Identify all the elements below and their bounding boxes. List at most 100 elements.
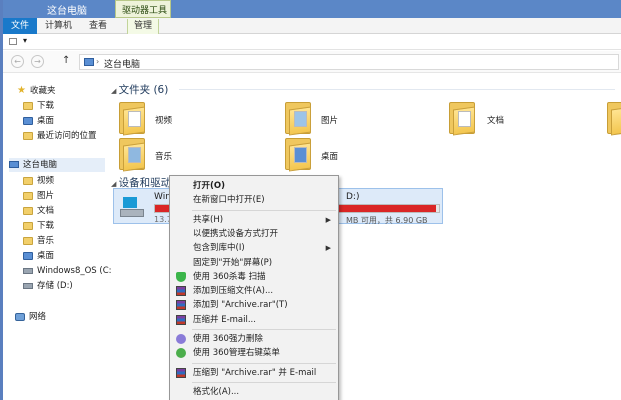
folder-desktop[interactable]: 桌面 [285,136,345,176]
tab-manage[interactable]: 管理 [127,19,160,34]
context-menu-label: 格式化(A)... [193,386,240,397]
context-menu-label: 打开(O) [193,181,225,191]
context-menu-label: 包含到库中(I) [193,243,245,254]
nav-videos[interactable]: 视频 [23,174,54,188]
context-menu-label: 添加到 "Archive.rar"(T) [193,300,288,311]
windows-drive-icon [120,197,146,219]
desktop-icon [23,116,33,125]
context-menu-label: 共享(H) [193,214,224,225]
context-menu-item[interactable]: 使用 360管理右键菜单 [171,346,337,360]
collapse-chevron-icon: ◢ [111,87,119,95]
folders-group-header[interactable]: ◢ 文件夹 (6) [111,82,168,97]
context-menu-label: 添加到压缩文件(A)... [193,286,274,297]
folder-pictures[interactable]: 图片 [285,100,345,140]
context-menu-label: 固定到"开始"屏幕(P) [193,257,273,268]
folder-icon [23,236,33,245]
360-manage-icon [176,348,186,359]
folder-icon [23,101,33,110]
drive-tools-tab[interactable]: 驱动器工具 [115,0,171,18]
context-menu-item[interactable]: 使用 360强力删除 [171,332,337,346]
drive-d-free: MB 可用，共 6.90 GB [346,216,428,225]
context-menu-item[interactable]: 在新窗口中打开(E) [171,193,337,207]
drive-tools-label: 驱动器工具 [122,6,168,16]
folder-music[interactable]: 音乐 [119,136,179,176]
submenu-arrow-icon: ▶ [325,215,331,224]
context-menu-label: 压缩到 "Archive.rar" 并 E-mail [193,367,317,378]
desktop-folder-icon [285,138,313,172]
nav-pc-desktop[interactable]: 桌面 [23,249,54,263]
title-bar: 驱动器工具 这台电脑 [3,0,621,18]
nav-pictures[interactable]: 图片 [23,189,54,203]
context-menu-item[interactable]: 添加到 "Archive.rar"(T) [171,298,337,312]
nav-downloads[interactable]: 下载 [23,99,54,113]
nav-documents[interactable]: 文档 [23,204,54,218]
nav-music[interactable]: 音乐 [23,234,54,248]
folder-icon [23,191,33,200]
context-menu-item[interactable]: 添加到压缩文件(A)... [171,284,337,298]
winrar-icon [176,314,186,325]
back-button[interactable]: ← [11,55,24,68]
context-menu-label: 在新窗口中打开(E) [193,195,265,206]
documents-folder-icon [449,102,477,136]
context-menu-item[interactable]: 包含到库中(I) ▶ [171,241,337,255]
computer-icon [9,161,19,168]
menu-separator [192,381,336,383]
winrar-icon [176,286,186,297]
context-menu-item[interactable]: 压缩并 E-mail... [171,313,337,327]
context-menu-label: 使用 360强力删除 [193,334,263,344]
nav-network[interactable]: 网络 [15,310,46,324]
qat-dropdown-icon[interactable]: ▾ [23,36,27,45]
context-menu-label: 以便携式设备方式打开 [193,228,279,239]
menu-separator [192,362,336,364]
window-title: 这台电脑 [47,6,87,17]
up-button[interactable]: ↑ [62,55,70,66]
context-menu-item[interactable]: 以便携式设备方式打开 [171,227,337,241]
desktop-icon [23,251,33,260]
forward-button[interactable]: → [31,55,44,68]
nav-this-pc[interactable]: 这台电脑 [9,158,105,172]
winrar-icon [176,367,186,378]
context-menu-item[interactable]: 格式化(A)... [171,385,337,399]
context-menu-label: 使用 360管理右键菜单 [193,348,280,359]
context-menu-item[interactable]: 压缩到 "Archive.rar" 并 E-mail [171,366,337,380]
drive-d-name: D:) [346,192,360,202]
context-menu-item[interactable]: 共享(H) ▶ [171,213,337,227]
360-delete-icon [176,334,186,344]
nav-pc-downloads[interactable]: 下载 [23,219,54,233]
address-path: 这台电脑 [104,60,141,70]
breadcrumb-chevron-icon[interactable]: › [96,57,99,66]
nav-favorites[interactable]: ★ 收藏夹 [17,84,56,98]
properties-icon[interactable] [9,38,17,45]
menu-separator [192,329,336,330]
folder-documents[interactable]: 文档 [449,100,509,140]
tab-computer[interactable]: 计算机 [45,19,72,34]
folder-icon [607,102,621,136]
computer-icon [84,58,94,66]
ribbon-tabs: 文件 计算机 查看 管理 [3,18,621,34]
context-menu-item[interactable]: 使用 360杀毒 扫描 [171,270,337,284]
explorer-window: 驱动器工具 这台电脑 文件 计算机 查看 管理 ▾ ← → ↑ › 这台电脑 ★… [0,0,621,400]
nav-recent[interactable]: 最近访问的位置 [23,129,97,143]
context-menu-item[interactable]: 打开(O) [171,179,337,193]
nav-drive-c[interactable]: Windows8_OS (C: [23,264,112,278]
navigation-pane: ★ 收藏夹 下载 桌面 最近访问的位置 这台电脑 视频 图片 文档 下载 音乐 桌 [3,78,112,400]
winrar-icon [176,300,186,311]
folder-partial[interactable] [607,100,621,140]
context-menu-label: 压缩并 E-mail... [193,314,256,325]
tab-view[interactable]: 查看 [89,19,107,34]
nav-drive-d[interactable]: 存储 (D:) [23,279,73,293]
menu-separator [192,209,336,211]
tab-file[interactable]: 文件 [3,18,37,34]
folder-icon [23,206,33,215]
nav-desktop[interactable]: 桌面 [23,114,54,128]
context-menu-item[interactable]: 固定到"开始"屏幕(P) [171,256,337,270]
address-bar[interactable]: › 这台电脑 [79,54,619,70]
context-menu-label: 使用 360杀毒 扫描 [193,271,266,282]
folder-videos[interactable]: 视频 [119,100,179,140]
collapse-chevron-icon: ◢ [111,180,119,188]
network-icon [15,312,25,321]
quick-access-toolbar: ▾ [3,34,621,50]
pictures-folder-icon [285,102,313,136]
star-icon: ★ [17,85,26,96]
group-divider [179,89,615,90]
